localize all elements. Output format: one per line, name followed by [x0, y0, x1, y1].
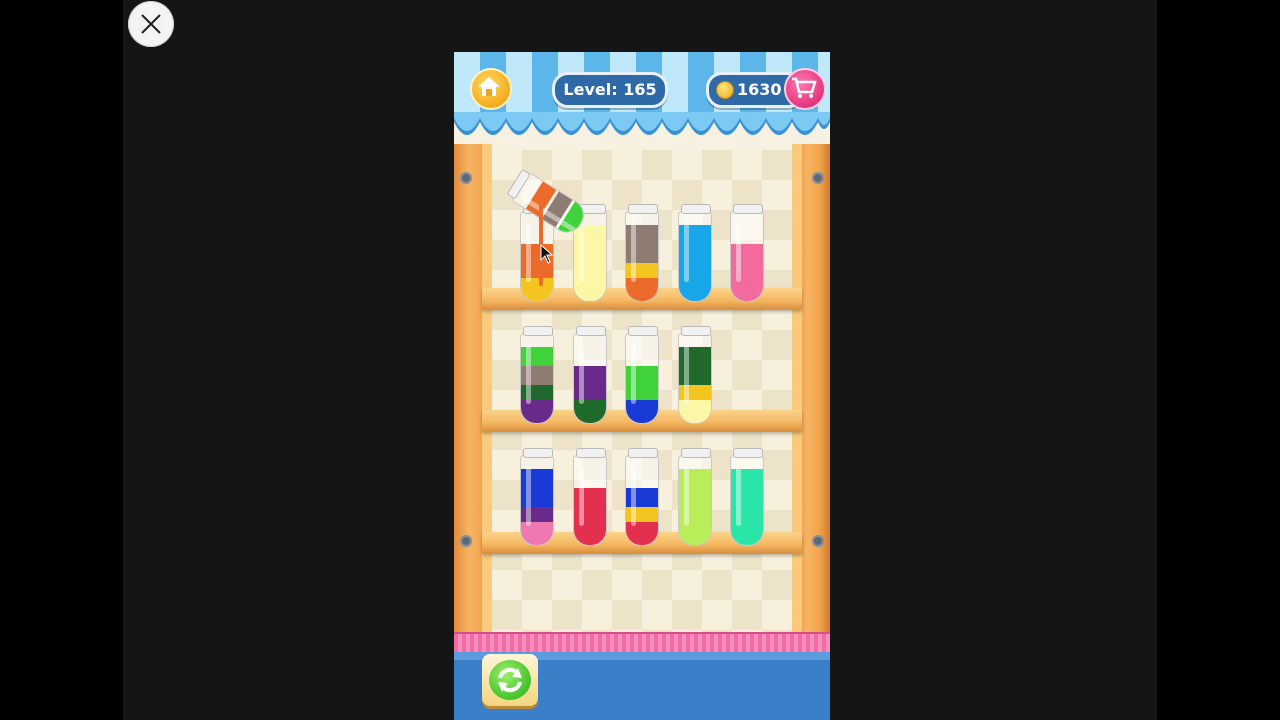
test-tube[interactable]: [677, 326, 712, 424]
tube-glass: [520, 333, 554, 424]
test-tube[interactable]: [520, 448, 554, 546]
tube-cap: [575, 448, 606, 458]
tube-cap: [733, 204, 763, 214]
close-button[interactable]: [128, 1, 174, 47]
test-tube[interactable]: [572, 448, 607, 546]
test-tube[interactable]: [520, 326, 554, 424]
tube-cap: [680, 326, 711, 336]
tube-cap: [523, 448, 553, 458]
tube-cap: [628, 204, 658, 214]
tube-cap: [575, 326, 606, 336]
liquid-layer: [521, 400, 553, 423]
liquid-layer: [573, 522, 606, 545]
liquid-layer: [626, 522, 658, 545]
liquid-layer: [731, 278, 763, 301]
liquid-layer: [678, 400, 711, 423]
bolt: [812, 172, 824, 184]
tube-glass: [677, 333, 712, 424]
counter-trim: [454, 632, 830, 654]
tube-glass: [730, 211, 764, 302]
test-tube[interactable]: [677, 204, 712, 302]
tube-cap: [628, 326, 658, 336]
tube-glass: [677, 211, 712, 302]
tube-cap: [523, 326, 553, 336]
tube-cap: [680, 204, 711, 214]
liquid-layer: [626, 278, 658, 301]
game-screen: Level: 165 1630: [454, 52, 830, 720]
tube-glass: [572, 333, 607, 424]
tube-glass: [625, 455, 659, 546]
tube-cap: [628, 448, 658, 458]
home-button[interactable]: [470, 68, 512, 110]
liquid-layer: [678, 278, 711, 301]
liquid-layer: [521, 278, 553, 301]
test-tube[interactable]: [677, 448, 712, 546]
home-icon: [478, 77, 500, 96]
bolt: [812, 535, 824, 547]
bolt: [460, 535, 472, 547]
test-tube[interactable]: [572, 326, 607, 424]
coin-icon: [717, 82, 733, 98]
mouse-cursor-icon: [540, 244, 554, 264]
tube-glass: [677, 455, 712, 546]
liquid-layer: [678, 522, 711, 545]
test-tube[interactable]: [730, 204, 764, 302]
level-label: Level: 165: [563, 80, 657, 99]
liquid-layer: [731, 522, 763, 545]
tube-glass: [730, 455, 764, 546]
tube-cap: [733, 448, 763, 458]
test-tube[interactable]: [730, 448, 764, 546]
refresh-icon: [498, 667, 522, 693]
tube-glass: [572, 455, 607, 546]
bolt: [460, 172, 472, 184]
test-tube[interactable]: [625, 448, 659, 546]
cart-icon: [792, 77, 817, 98]
tube-cap: [680, 448, 711, 458]
tube-glass: [520, 455, 554, 546]
level-display: Level: 165: [552, 72, 668, 108]
liquid-layer: [573, 400, 606, 423]
close-icon: [141, 14, 161, 34]
shop-button[interactable]: [784, 68, 826, 110]
tube-glass: [625, 333, 659, 424]
liquid-layer: [573, 278, 606, 301]
coin-count: 1630: [737, 80, 782, 99]
liquid-layer: [521, 522, 553, 545]
tube-glass: [625, 211, 659, 302]
liquid-layer: [626, 400, 658, 423]
test-tube[interactable]: [625, 204, 659, 302]
restart-button[interactable]: [482, 654, 538, 706]
test-tube[interactable]: [625, 326, 659, 424]
